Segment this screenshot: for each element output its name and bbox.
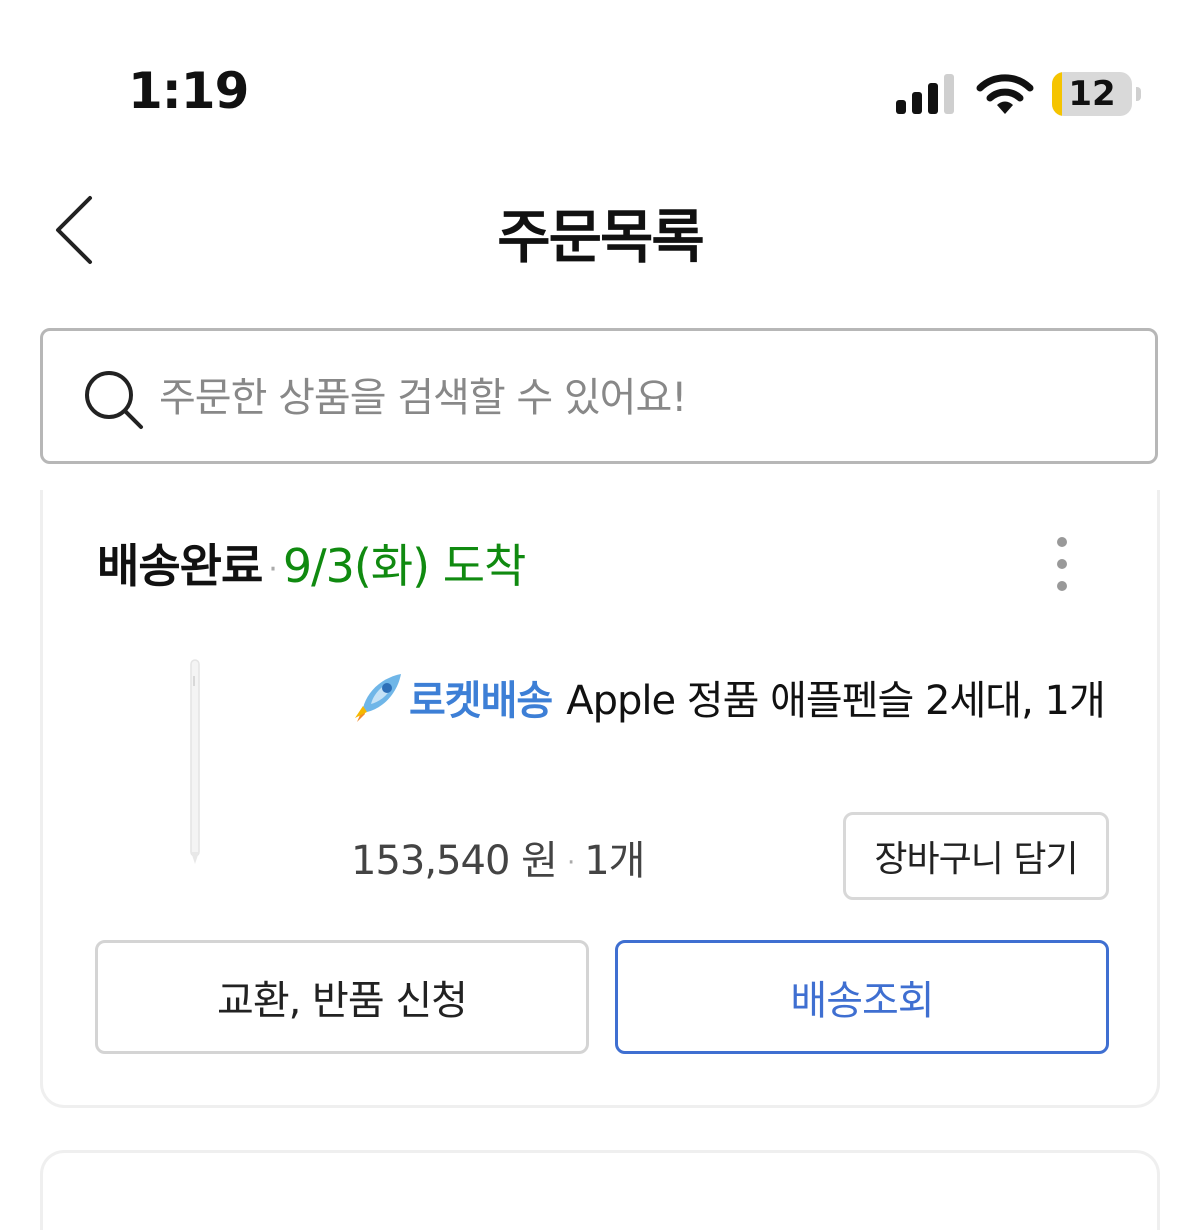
add-to-cart-button[interactable]: 장바구니 담기 — [843, 812, 1109, 900]
order-status-line: 배송완료 · 9/3(화) 도착 — [97, 530, 527, 596]
more-vertical-icon[interactable] — [1047, 534, 1077, 594]
track-delivery-button[interactable]: 배송조회 — [615, 940, 1109, 1054]
rocket-delivery-label: 로켓배송 — [409, 678, 553, 724]
rocket-icon — [355, 674, 401, 722]
product-quantity: 1개 — [584, 838, 645, 884]
next-order-card — [40, 1150, 1160, 1230]
search-input[interactable] — [157, 361, 1121, 435]
status-separator: · — [268, 552, 277, 587]
order-status: 배송완료 — [97, 539, 263, 593]
status-bar: 1:19 12 — [0, 0, 1200, 150]
page-title: 주문목록 — [497, 203, 704, 271]
battery-icon: 12 — [1052, 72, 1142, 118]
product-price: 153,540 원 — [351, 838, 558, 884]
status-time: 1:19 — [128, 62, 249, 120]
price-separator: · — [566, 848, 575, 878]
apple-pencil-image[interactable] — [173, 656, 213, 866]
product-name: Apple 정품 애플펜슬 2세대, 1개 — [566, 678, 1106, 724]
wifi-icon — [976, 74, 1034, 114]
order-card: 배송완료 · 9/3(화) 도착 로켓배송 Apple 정품 애플펜슬 2세대, 1개… — [40, 490, 1160, 1108]
price-line: 153,540 원 · 1개 — [351, 828, 645, 886]
search-box[interactable] — [40, 328, 1158, 464]
signal-icon — [896, 74, 954, 114]
product-name-block[interactable]: 로켓배송 Apple 정품 애플펜슬 2세대, 1개 — [351, 666, 1111, 736]
exchange-return-button[interactable]: 교환, 반품 신청 — [95, 940, 589, 1054]
arrival-date: 9/3(화) 도착 — [282, 539, 527, 593]
search-icon — [85, 371, 143, 429]
battery-level: 12 — [1068, 74, 1116, 114]
